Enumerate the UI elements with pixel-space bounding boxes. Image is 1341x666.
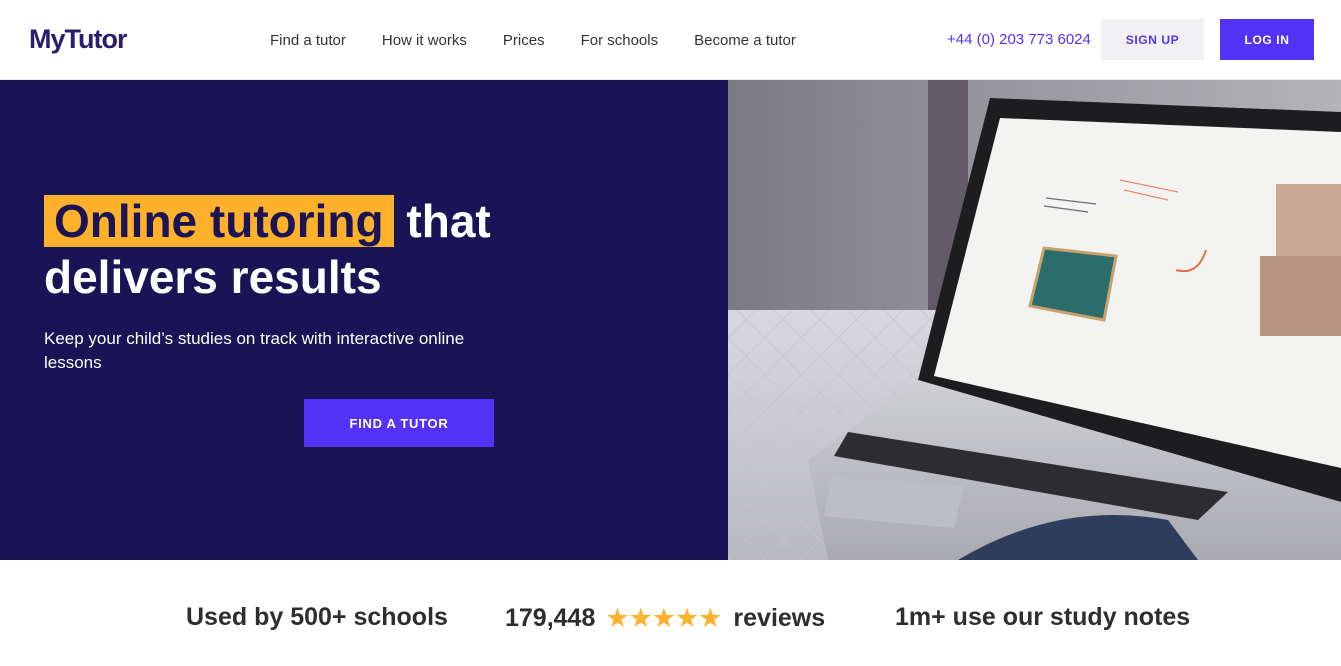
main-nav: Find a tutor How it works Prices For sch… [252,0,814,80]
stats-bar: Used by 500+ schools 179,448 ★★★★★ revie… [0,560,1341,666]
hero-section: Online tutoring that delivers results Ke… [0,80,728,560]
phone-link[interactable]: +44 (0) 203 773 6024 [947,31,1091,48]
mytutor-logo[interactable]: MyTutor [29,24,127,55]
five-star-rating-icon: ★★★★★ [605,603,722,633]
find-a-tutor-button[interactable]: FIND A TUTOR [304,399,494,447]
hero-title-highlight: Online tutoring [44,195,394,247]
hero-image-laptop [728,80,1341,560]
stat-schools: Used by 500+ schools [186,603,448,631]
nav-become-a-tutor[interactable]: Become a tutor [694,32,796,49]
nav-for-schools[interactable]: For schools [581,32,659,49]
signup-button[interactable]: SIGN UP [1101,19,1204,60]
stat-reviews: 179,448 ★★★★★ reviews [505,603,825,634]
reviews-label: reviews [733,604,826,632]
site-header: MyTutor Find a tutor How it works Prices… [0,0,1341,80]
reviews-count: 179,448 [505,604,596,632]
nav-find-a-tutor[interactable]: Find a tutor [270,32,346,49]
hero-subtitle: Keep your child’s studies on track with … [44,329,465,372]
nav-prices[interactable]: Prices [503,32,545,49]
login-button[interactable]: LOG IN [1220,19,1314,60]
stat-study-notes: 1m+ use our study notes [895,603,1191,631]
laptop-lesson-illustration [728,80,1341,560]
hero-title: Online tutoring that delivers results [44,193,664,305]
nav-how-it-works[interactable]: How it works [382,32,467,49]
